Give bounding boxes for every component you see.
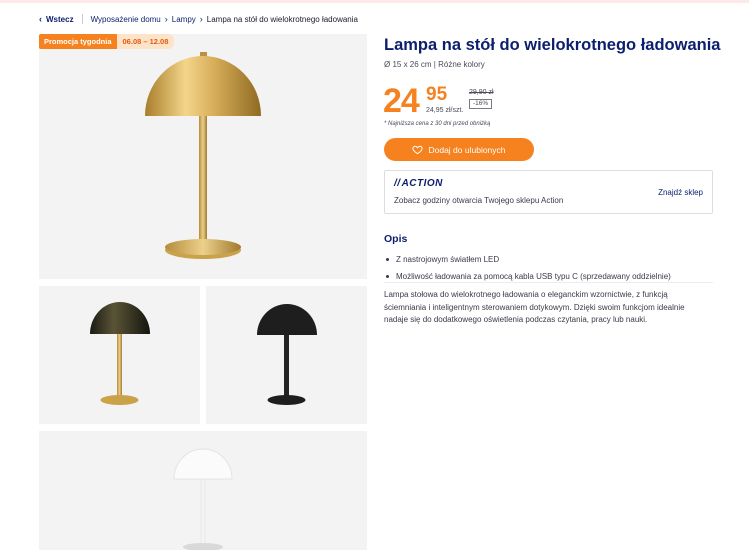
feature-list: Z nastrojowym światłem LED Możliwość ład… — [386, 251, 671, 285]
store-card: //ACTION Zobacz godziny otwarcia Twojego… — [384, 170, 713, 214]
feature-item: Z nastrojowym światłem LED — [386, 251, 671, 268]
chevron-left-icon: ‹ — [39, 14, 42, 24]
action-logo: //ACTION — [394, 178, 443, 189]
promo-label: Promocja tygodnia — [39, 34, 117, 49]
product-dimensions: Ø 15 x 26 cm | Różne kolory — [384, 60, 485, 69]
chevron-right-icon: › — [199, 14, 203, 24]
back-link[interactable]: ‹ Wstecz — [39, 14, 74, 24]
back-label: Wstecz — [46, 14, 74, 24]
breadcrumb-item-home-furnishing[interactable]: Wyposażenie domu — [91, 15, 161, 24]
find-store-link[interactable]: Znajdź sklep — [658, 188, 703, 197]
old-price: 29,90 zł — [469, 89, 494, 96]
description-heading: Opis — [384, 233, 408, 245]
top-accent-line — [0, 0, 749, 3]
promo-dates: 06.08 – 12.08 — [116, 34, 175, 49]
feature-text: Możliwość ładowania za pomocą kabla USB … — [396, 272, 671, 281]
gold-black-lamp-image — [90, 302, 150, 405]
breadcrumb-divider — [81, 14, 83, 24]
gold-lamp-image — [145, 52, 261, 259]
price-decimal: 95 — [426, 84, 448, 105]
add-to-favorites-button[interactable]: Dodaj do ulubionych — [384, 138, 534, 161]
price-per-unit: 24,95 zł/szt. — [426, 107, 464, 114]
breadcrumb: ‹ Wstecz Wyposażenie domu › Lampy › Lamp… — [39, 13, 358, 25]
store-hours-text: Zobacz godziny otwarcia Twojego sklepu A… — [394, 196, 564, 205]
product-main-image[interactable] — [39, 34, 367, 279]
price-integer: 24 — [383, 82, 420, 120]
discount-badge: -16% — [469, 99, 493, 109]
action-logo-text: ACTION — [401, 178, 443, 189]
chevron-right-icon: › — [164, 14, 168, 24]
bullet-icon — [386, 275, 389, 278]
bullet-icon — [386, 258, 389, 261]
section-divider — [384, 282, 713, 283]
breadcrumb-current: Lampa na stół do wielokrotnego ładowania — [206, 14, 358, 24]
product-thumbnail-white[interactable] — [39, 431, 367, 550]
product-thumbnail-gold-black[interactable] — [39, 286, 200, 424]
white-lamp-image — [173, 448, 233, 550]
description-text: Lampa stołowa do wielokrotnego ładowania… — [384, 290, 685, 324]
promo-badge: Promocja tygodnia 06.08 – 12.08 — [39, 34, 175, 49]
logo-slash-icon: // — [394, 178, 401, 189]
black-lamp-image — [257, 304, 317, 405]
feature-text: Z nastrojowym światłem LED — [396, 255, 500, 264]
add-to-favorites-label: Dodaj do ulubionych — [428, 144, 506, 155]
heart-icon — [412, 145, 424, 155]
breadcrumb-item-lamps[interactable]: Lampy — [172, 15, 196, 24]
product-thumbnail-black[interactable] — [206, 286, 367, 424]
lowest-price-note: * Najniższa cena z 30 dni przed obniżką — [384, 121, 491, 127]
product-title: Lampa na stół do wielokrotnego ładowania — [384, 36, 721, 54]
